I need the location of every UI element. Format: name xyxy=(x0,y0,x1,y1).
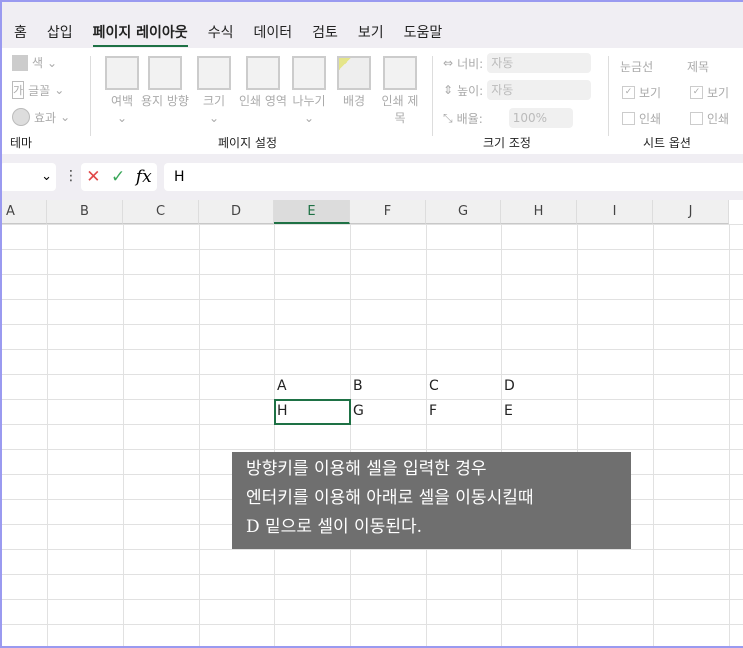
cell-G17[interactable]: F xyxy=(426,399,437,424)
cell-F17[interactable]: G xyxy=(350,399,364,424)
column-header-J[interactable]: J xyxy=(653,200,729,224)
note-line: 엔터키를 이용해 아래로 셀을 이동시킬때 xyxy=(246,488,534,508)
background-image-icon xyxy=(337,56,371,90)
print-titles-icon xyxy=(383,56,417,90)
insert-function-icon[interactable]: fx xyxy=(136,167,152,187)
print-area-icon xyxy=(246,56,280,90)
cell-H17[interactable]: E xyxy=(501,399,513,424)
cell-H16[interactable]: D xyxy=(501,374,515,399)
sheet-options-group-label: 시트 옵션 xyxy=(643,136,691,150)
column-header-B[interactable]: B xyxy=(47,200,123,224)
orientation-icon xyxy=(148,56,182,90)
width-select[interactable]: 자동 xyxy=(487,53,592,73)
gridlines-heading: 눈금선 xyxy=(620,60,654,74)
gridline xyxy=(47,224,48,648)
headings-heading: 제목 xyxy=(687,60,710,74)
column-header-G[interactable]: G xyxy=(426,200,501,224)
gridline xyxy=(199,224,200,648)
tab-formulas[interactable]: 수식 xyxy=(208,22,234,47)
cell-G16[interactable]: C xyxy=(426,374,439,399)
width-control: ⇔ 너비: 자동 xyxy=(443,53,592,73)
gridline xyxy=(729,224,730,648)
scale-group-label: 크기 조정 xyxy=(483,136,531,150)
formula-bar: ⌄ ⋮ ✕ ✓ fx H xyxy=(0,154,743,200)
breaks-button[interactable]: 나누기 ⌄ xyxy=(286,56,332,127)
gridline xyxy=(577,224,578,648)
gridlines-view-checkbox[interactable]: ✓ 보기 xyxy=(622,84,661,101)
divider xyxy=(608,56,609,136)
gridline xyxy=(653,224,654,648)
headings-view-checkbox[interactable]: ✓ 보기 xyxy=(690,84,729,101)
formula-input[interactable]: H xyxy=(164,163,743,191)
tab-home[interactable]: 홈 xyxy=(14,22,27,47)
page-size-icon xyxy=(197,56,231,90)
background-button[interactable]: 배경 xyxy=(332,56,376,110)
note-line: 방향키를 이용해 셀을 입력한 경우 xyxy=(246,459,487,479)
cell-F16[interactable]: B xyxy=(350,374,363,399)
active-cell[interactable] xyxy=(274,399,351,425)
height-control: ⇕ 높이: 자동 xyxy=(443,80,592,100)
cell-grid[interactable] xyxy=(0,224,743,648)
size-button[interactable]: 크기 ⌄ xyxy=(192,56,236,127)
margins-icon xyxy=(105,56,139,90)
enter-icon[interactable]: ✓ xyxy=(111,167,125,187)
tab-help[interactable]: 도움말 xyxy=(404,22,443,47)
palette-icon xyxy=(12,54,28,71)
column-header-E[interactable]: E xyxy=(274,200,350,224)
column-header-H[interactable]: H xyxy=(501,200,577,224)
print-area-button[interactable]: 인쇄 영역 xyxy=(238,56,288,110)
theme-effects-button[interactable]: 효과 ⌄ xyxy=(12,108,70,126)
tab-view[interactable]: 보기 xyxy=(358,22,384,47)
height-icon: ⇕ xyxy=(443,83,454,97)
headings-print-checkbox[interactable]: 인쇄 xyxy=(690,110,729,127)
breaks-icon xyxy=(292,56,326,90)
gridline xyxy=(123,224,124,648)
tab-bar: 홈 삽입 페이지 레이아웃 수식 데이터 검토 보기 도움말 xyxy=(0,0,743,48)
column-header-C[interactable]: C xyxy=(123,200,199,224)
tab-page-layout[interactable]: 페이지 레이아웃 xyxy=(92,22,188,47)
formula-actions: ✕ ✓ fx xyxy=(81,163,157,191)
scale-control: ⤡ 배율: 100% xyxy=(443,108,573,128)
gridlines-print-checkbox[interactable]: 인쇄 xyxy=(622,110,661,127)
column-header-I[interactable]: I xyxy=(577,200,653,224)
divider xyxy=(432,56,433,136)
effects-icon xyxy=(12,108,30,126)
font-icon: 가 xyxy=(12,81,25,99)
theme-colors-button[interactable]: 색 ⌄ xyxy=(12,54,57,71)
height-select[interactable]: 자동 xyxy=(487,80,592,100)
gridline xyxy=(274,224,275,648)
orientation-button[interactable]: 용지 방향 xyxy=(140,56,190,110)
note-line: D 밑으로 셀이 이동된다. xyxy=(246,517,423,537)
name-box[interactable]: ⌄ xyxy=(0,163,56,191)
divider xyxy=(90,56,91,136)
tab-review[interactable]: 검토 xyxy=(312,22,338,47)
column-header-A[interactable]: A xyxy=(0,200,47,224)
gridline xyxy=(350,224,351,648)
scale-icon: ⤡ xyxy=(443,110,453,125)
page-setup-group-label: 페이지 설정 xyxy=(218,136,278,150)
more-icon[interactable]: ⋮ xyxy=(64,168,78,184)
theme-fonts-button[interactable]: 가 글꼴 ⌄ xyxy=(12,81,64,99)
width-icon: ⇔ xyxy=(443,56,454,70)
margins-button[interactable]: 여백 ⌄ xyxy=(100,56,144,127)
cancel-icon[interactable]: ✕ xyxy=(86,167,100,187)
gridline xyxy=(501,224,502,648)
column-header-D[interactable]: D xyxy=(199,200,274,224)
ribbon: 색 ⌄ 가 글꼴 ⌄ 효과 ⌄ 테마 여백 ⌄ 용지 방향 크기 ⌄ 인쇄 영역 나누기 ⌄ … xyxy=(0,48,743,155)
gridline xyxy=(426,224,427,648)
column-header-F[interactable]: F xyxy=(350,200,426,224)
cell-E16[interactable]: A xyxy=(274,374,287,399)
theme-group-label: 테마 xyxy=(10,136,33,150)
scale-spinner[interactable]: 100% xyxy=(508,108,573,128)
annotation-box: 방향키를 이용해 셀을 입력한 경우 엔터키를 이용해 아래로 셀을 이동시킬때… xyxy=(232,452,631,549)
tab-data[interactable]: 데이터 xyxy=(253,22,292,47)
tab-insert[interactable]: 삽입 xyxy=(47,22,73,47)
print-titles-button[interactable]: 인쇄 제목 xyxy=(378,56,422,127)
